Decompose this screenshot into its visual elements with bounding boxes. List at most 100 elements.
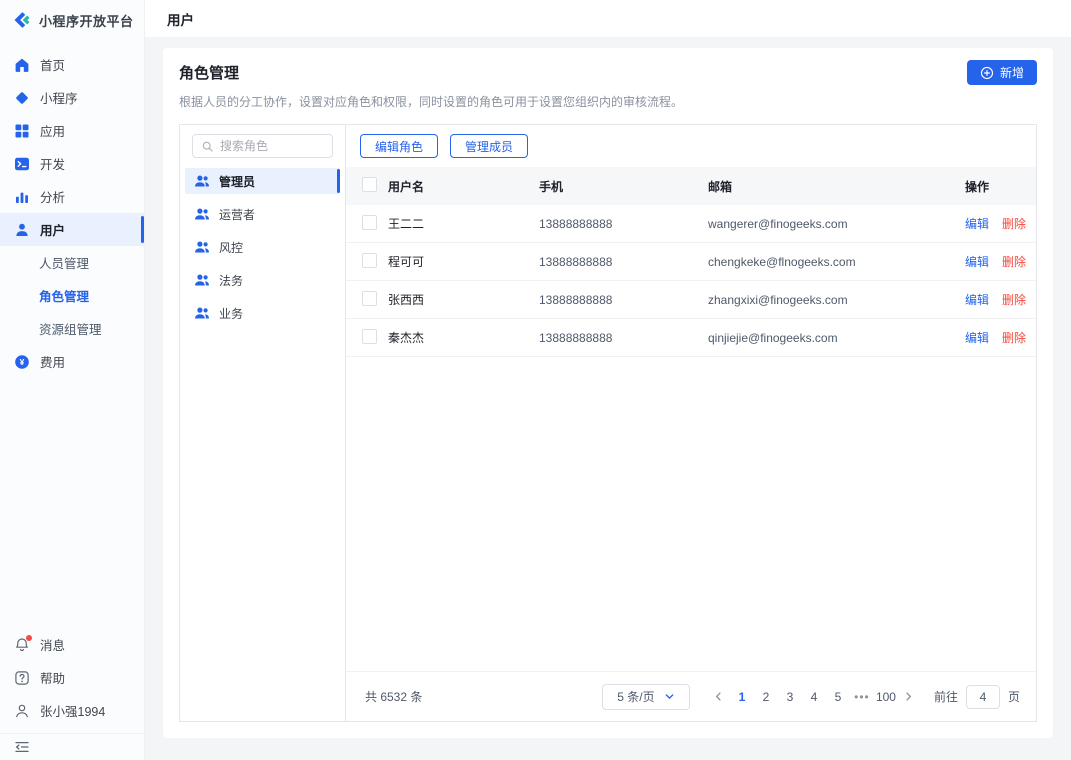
select-all-checkbox[interactable]	[362, 177, 377, 192]
diamond-icon	[14, 90, 30, 106]
table-row: 秦杰杰 13888888888 qinjiejie@finogeeks.com …	[346, 319, 1036, 357]
sidebar-item-messages[interactable]: 消息	[0, 628, 144, 661]
sidebar-item-help[interactable]: 帮助	[0, 661, 144, 694]
delete-link[interactable]: 删除	[1002, 253, 1026, 270]
sidebar-item-label: 费用	[40, 352, 65, 371]
page-number[interactable]: 3	[780, 685, 800, 709]
sidebar-item-label: 开发	[40, 154, 65, 173]
role-item-label: 风控	[219, 239, 243, 256]
column-header-email: 邮箱	[708, 178, 965, 195]
plus-circle-icon	[980, 66, 994, 80]
column-header-username: 用户名	[388, 178, 539, 195]
delete-link[interactable]: 删除	[1002, 329, 1026, 346]
edit-link[interactable]: 编辑	[965, 291, 989, 308]
sidebar-collapse-button[interactable]	[0, 733, 144, 760]
cell-username: 程可可	[388, 253, 539, 270]
sidebar-item-develop[interactable]: 开发	[0, 147, 144, 180]
goto-page: 前往 页	[934, 685, 1020, 709]
row-checkbox[interactable]	[362, 253, 377, 268]
page-number[interactable]: 5	[828, 685, 848, 709]
sidebar-item-account[interactable]: 张小强1994	[0, 694, 144, 727]
role-list-item[interactable]: 风控	[185, 234, 340, 260]
table-body: 王二二 13888888888 wangerer@finogeeks.com 编…	[346, 205, 1036, 357]
edit-link[interactable]: 编辑	[965, 253, 989, 270]
members-table-area: 编辑角色 管理成员 用户名 手机 邮箱 操作 王二二 13888888888 w…	[346, 125, 1036, 721]
page-number[interactable]: 1	[732, 685, 752, 709]
sidebar-subitem-resource-groups[interactable]: 资源组管理	[0, 312, 144, 345]
users-icon	[194, 272, 210, 288]
delete-link[interactable]: 删除	[1002, 291, 1026, 308]
search-icon	[201, 140, 214, 153]
role-list-item[interactable]: 管理员	[185, 168, 340, 194]
sidebar-subitem-personnel[interactable]: 人员管理	[0, 246, 144, 279]
sidebar-spacer	[0, 378, 144, 628]
main-area: 用户 角色管理 根据人员的分工协作，设置对应角色和权限，同时设置的角色可用于设置…	[145, 0, 1071, 760]
cell-phone: 13888888888	[539, 331, 708, 345]
page-number[interactable]: •••	[852, 685, 872, 709]
pager: 1 2 3 4 5 ••• 100	[710, 685, 918, 709]
sidebar-item-label: 应用	[40, 121, 65, 140]
role-list-item[interactable]: 运营者	[185, 201, 340, 227]
role-list-item[interactable]: 法务	[185, 267, 340, 293]
sidebar-item-users[interactable]: 用户	[0, 213, 144, 246]
cell-email: zhangxixi@finogeeks.com	[708, 293, 965, 307]
edit-link[interactable]: 编辑	[965, 215, 989, 232]
role-item-label: 管理员	[219, 173, 255, 190]
cell-email: chengkeke@flnogeeks.com	[708, 255, 965, 269]
sidebar-subitem-label: 资源组管理	[39, 319, 102, 338]
cell-username: 王二二	[388, 215, 539, 232]
role-item-label: 运营者	[219, 206, 255, 223]
sidebar-item-label: 张小强1994	[40, 701, 105, 720]
sidebar-item-label: 小程序	[40, 88, 78, 107]
table-empty-space	[346, 357, 1036, 671]
column-header-phone: 手机	[539, 178, 708, 195]
row-checkbox[interactable]	[362, 291, 377, 306]
chevron-left-icon	[713, 691, 724, 702]
users-icon	[194, 206, 210, 222]
bar-chart-icon	[14, 189, 30, 205]
page-number[interactable]: 100	[876, 685, 896, 709]
column-header-actions: 操作	[965, 178, 1036, 195]
add-button[interactable]: 新增	[967, 60, 1037, 85]
goto-page-input[interactable]	[966, 685, 1000, 709]
cell-username: 秦杰杰	[388, 329, 539, 346]
page-size-select[interactable]: 5 条/页	[602, 684, 690, 710]
table-row: 程可可 13888888888 chengkeke@flnogeeks.com …	[346, 243, 1036, 281]
page-number[interactable]: 2	[756, 685, 776, 709]
sidebar-item-home[interactable]: 首页	[0, 48, 144, 81]
row-checkbox[interactable]	[362, 215, 377, 230]
role-item-label: 法务	[219, 272, 243, 289]
app-root: 小程序开放平台 首页 小程序 应用	[0, 0, 1071, 760]
user-icon	[14, 222, 30, 238]
goto-suffix: 页	[1008, 688, 1020, 705]
help-icon	[14, 670, 30, 686]
edit-role-button[interactable]: 编辑角色	[360, 134, 438, 158]
page-number[interactable]: 4	[804, 685, 824, 709]
next-page-button[interactable]	[900, 685, 918, 709]
row-checkbox[interactable]	[362, 329, 377, 344]
content-panel: 管理员 运营者 风控	[179, 124, 1037, 722]
role-search[interactable]	[192, 134, 333, 158]
chevron-right-icon	[903, 691, 914, 702]
sidebar-item-billing[interactable]: ¥ 费用	[0, 345, 144, 378]
sidebar-item-label: 分析	[40, 187, 65, 206]
manage-members-button[interactable]: 管理成员	[450, 134, 528, 158]
role-list-item[interactable]: 业务	[185, 300, 340, 326]
users-icon	[194, 239, 210, 255]
cell-email: qinjiejie@finogeeks.com	[708, 331, 965, 345]
users-icon	[194, 173, 210, 189]
sidebar-item-miniprogram[interactable]: 小程序	[0, 81, 144, 114]
sidebar-subitem-roles[interactable]: 角色管理	[0, 279, 144, 312]
chevron-down-icon	[664, 691, 675, 702]
sidebar-item-apps[interactable]: 应用	[0, 114, 144, 147]
role-search-input[interactable]	[220, 139, 324, 153]
grid-icon	[14, 123, 30, 139]
cell-username: 张西西	[388, 291, 539, 308]
sidebar-item-analytics[interactable]: 分析	[0, 180, 144, 213]
prev-page-button[interactable]	[710, 685, 728, 709]
delete-link[interactable]: 删除	[1002, 215, 1026, 232]
role-list: 管理员 运营者 风控	[185, 168, 340, 326]
brand-title: 小程序开放平台	[39, 11, 134, 30]
edit-link[interactable]: 编辑	[965, 329, 989, 346]
table-footer: 共 6532 条 5 条/页	[346, 671, 1036, 721]
